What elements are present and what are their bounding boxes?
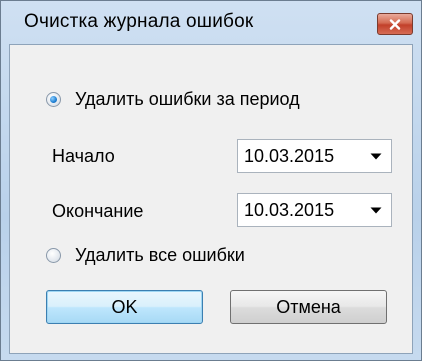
chevron-down-icon[interactable] [361, 194, 391, 226]
chevron-down-icon[interactable] [361, 140, 391, 172]
delete-all-label: Удалить все ошибки [75, 245, 245, 265]
dialog-content: Удалить ошибки за период Начало 10.03.20… [9, 44, 413, 354]
window-title: Очистка журнала ошибок [24, 11, 254, 32]
dialog-window: Очистка журнала ошибок Удалить ошибки за… [0, 0, 422, 361]
end-date-label: Окончание [52, 201, 144, 221]
close-button[interactable] [377, 13, 413, 35]
title-bar[interactable]: Очистка журнала ошибок [1, 1, 421, 45]
ok-button[interactable]: OK [46, 290, 203, 324]
cancel-button[interactable]: Отмена [230, 290, 387, 324]
delete-all-radio[interactable] [46, 248, 61, 263]
delete-period-option[interactable]: Удалить ошибки за период [46, 89, 300, 110]
close-icon [389, 18, 401, 30]
delete-period-radio[interactable] [46, 92, 61, 107]
end-date-value: 10.03.2015 [244, 199, 335, 220]
start-date-label: Начало [52, 146, 115, 166]
end-date-picker[interactable]: 10.03.2015 [237, 193, 392, 227]
start-date-picker[interactable]: 10.03.2015 [237, 139, 392, 173]
delete-period-label: Удалить ошибки за период [75, 89, 300, 109]
start-date-value: 10.03.2015 [244, 145, 335, 166]
delete-all-option[interactable]: Удалить все ошибки [46, 245, 245, 266]
